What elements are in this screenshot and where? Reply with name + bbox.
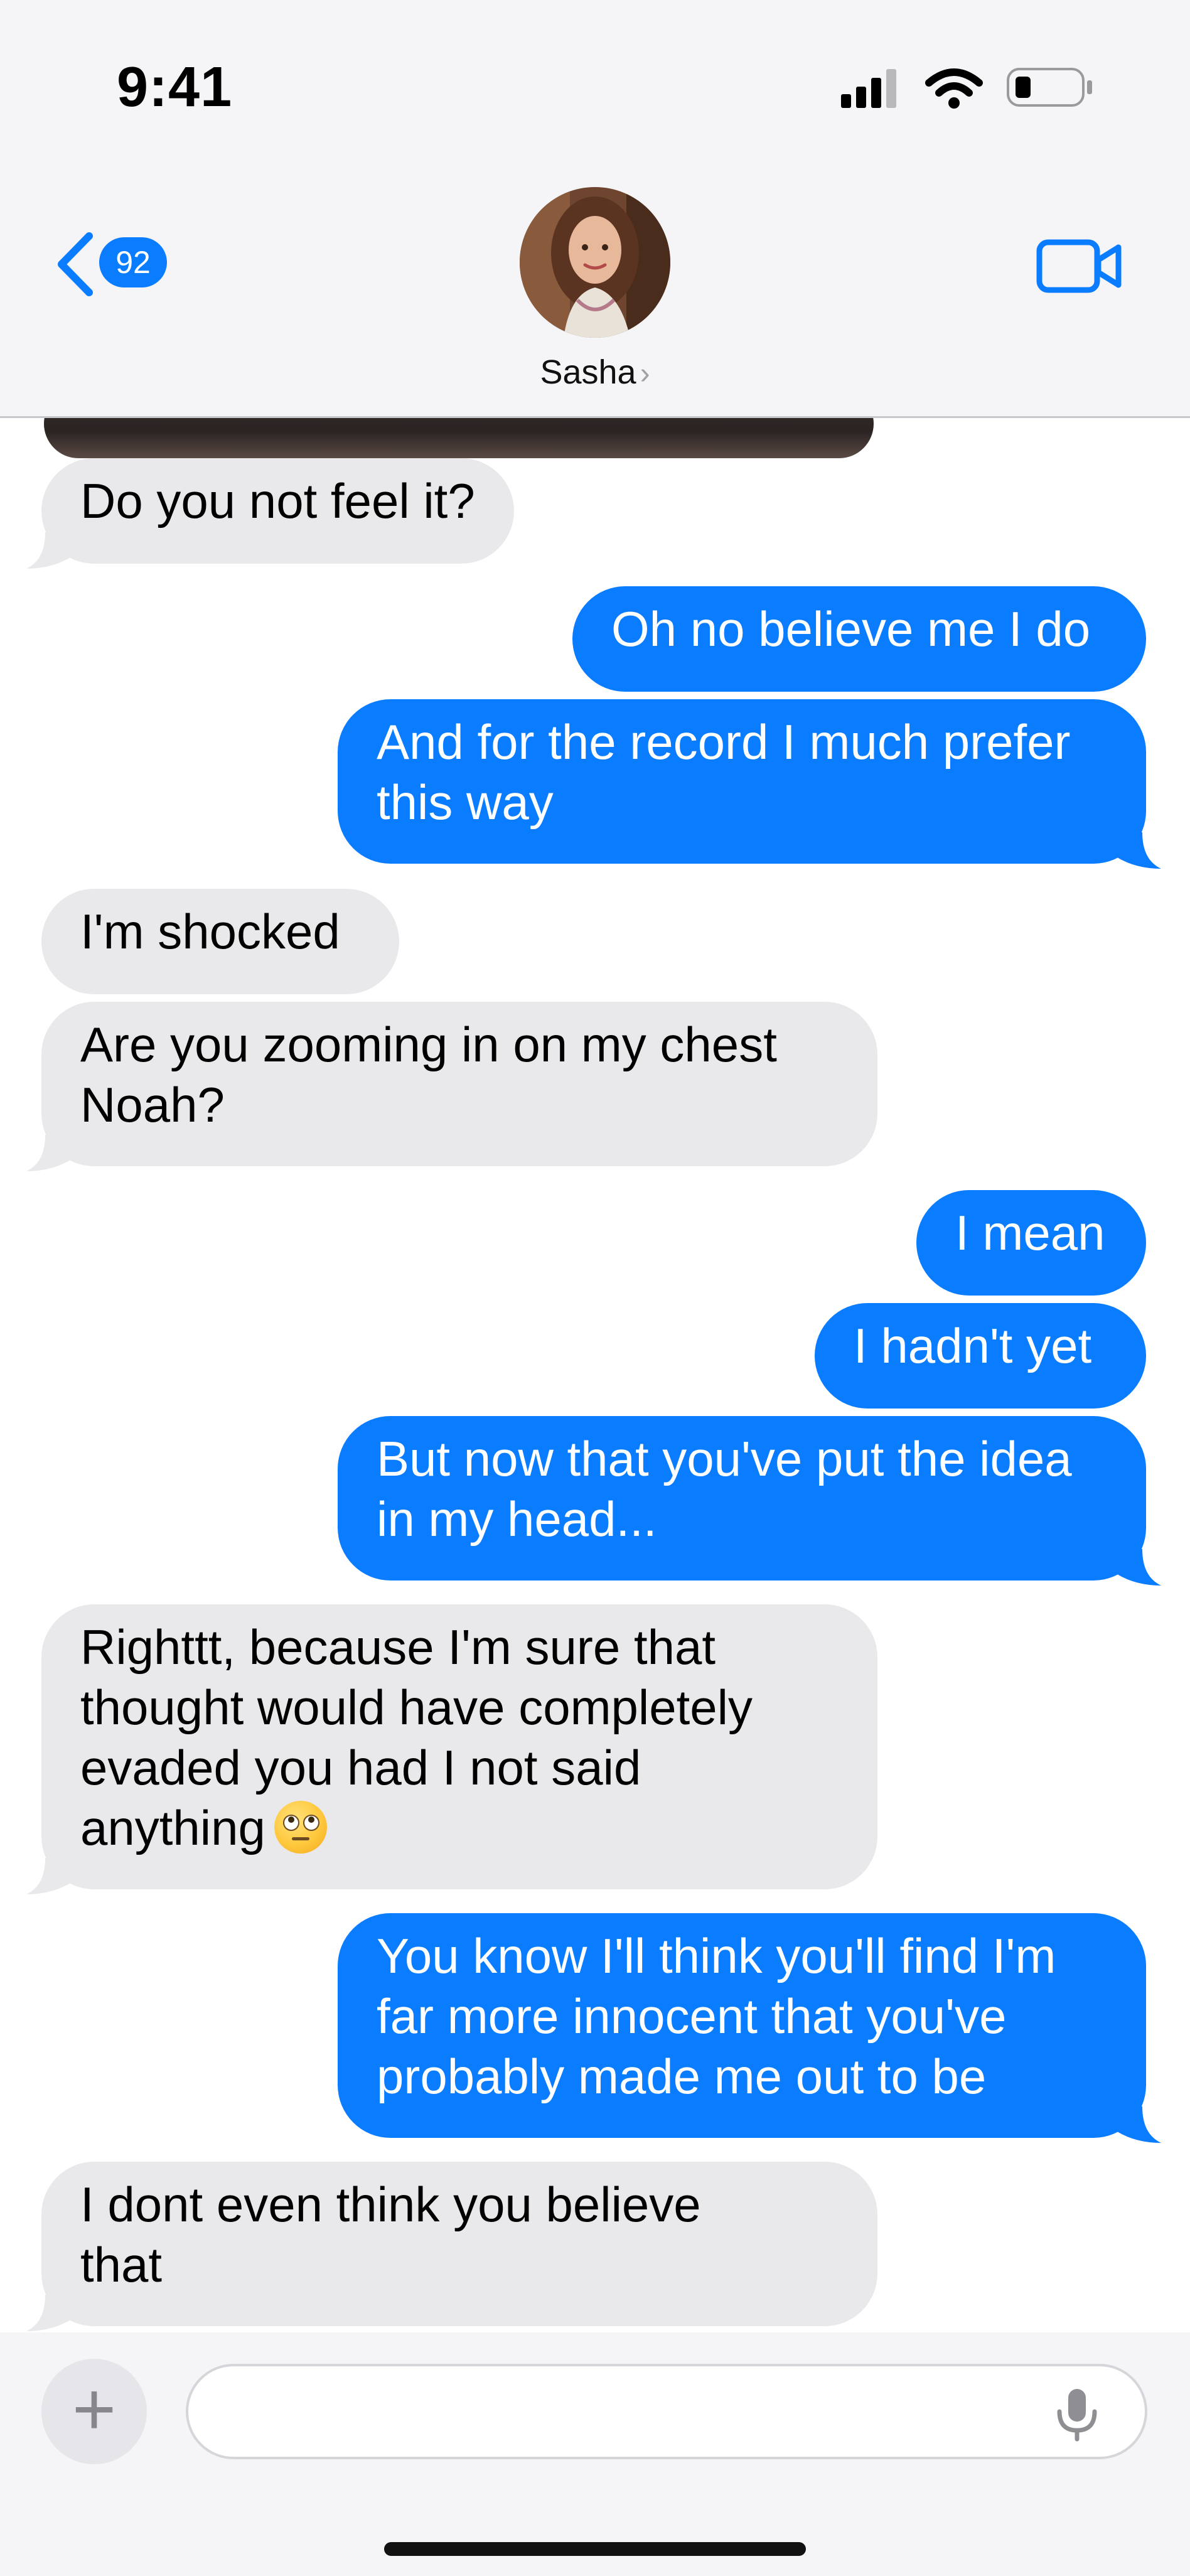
- message-bubble-outgoing[interactable]: You know I'll think you'll find I'm far …: [338, 1913, 1146, 2138]
- message-line: But now that you've put the idea: [377, 1431, 1072, 1486]
- message-line: evaded you had I not said: [80, 1740, 641, 1795]
- message-bubble-outgoing[interactable]: But now that you've put the idea in my h…: [338, 1416, 1146, 1580]
- add-attachment-button[interactable]: +: [41, 2359, 147, 2464]
- message-input[interactable]: [186, 2364, 1147, 2459]
- bubble-tail: [1117, 832, 1161, 869]
- chevron-right-icon: ›: [640, 357, 650, 390]
- photo-attachment[interactable]: [44, 418, 874, 458]
- battery-icon: [1007, 68, 1092, 107]
- microphone-icon[interactable]: [1052, 2386, 1102, 2443]
- message-text: Do you not feel it?: [80, 473, 475, 529]
- message-bubble-outgoing[interactable]: Oh no believe me I do: [572, 586, 1146, 692]
- message-line: far more innocent that you've: [377, 1988, 1007, 2044]
- message-line: Are you zooming in on my chest: [80, 1017, 777, 1072]
- back-button[interactable]: 92: [50, 230, 176, 299]
- message-text: I hadn't yet: [854, 1318, 1092, 1373]
- message-composer: +: [0, 2332, 1190, 2576]
- message-line: anything: [80, 1800, 265, 1855]
- message-bubble-incoming[interactable]: Are you zooming in on my chest Noah?: [41, 1002, 877, 1166]
- status-time: 9:41: [117, 56, 233, 119]
- unread-count-badge: 92: [99, 237, 167, 287]
- message-bubble-outgoing[interactable]: And for the record I much prefer this wa…: [338, 699, 1146, 864]
- contact-name-button[interactable]: Sasha ›: [0, 353, 1190, 392]
- message-text: I mean: [955, 1205, 1105, 1260]
- message-bubble-incoming[interactable]: I dont even think you believe that: [41, 2162, 877, 2326]
- video-camera-icon[interactable]: [1036, 236, 1123, 296]
- message-line: I dont even think you believe: [80, 2177, 701, 2232]
- contact-name: Sasha: [540, 353, 636, 391]
- bubble-tail: [26, 532, 70, 569]
- conversation-header: 9:41 92 Sasha ›: [0, 0, 1190, 418]
- message-bubble-incoming[interactable]: Do you not feel it?: [41, 458, 514, 564]
- message-line: that: [80, 2237, 163, 2292]
- chevron-left-icon: [58, 232, 93, 296]
- message-bubble-incoming[interactable]: Righttt, because I'm sure that thought w…: [41, 1604, 877, 1889]
- message-line: And for the record I much prefer: [377, 714, 1071, 770]
- message-line: thought would have completely: [80, 1680, 753, 1735]
- message-text: Oh no believe me I do: [611, 601, 1091, 657]
- eye-roll-emoji: [274, 1801, 327, 1854]
- contact-avatar[interactable]: [520, 187, 670, 338]
- bubble-tail: [1117, 1549, 1161, 1586]
- message-line: this way: [377, 775, 554, 830]
- status-icons: [841, 68, 1092, 109]
- bubble-tail: [26, 2295, 70, 2331]
- message-bubble-incoming[interactable]: I'm shocked: [41, 889, 399, 994]
- message-line: You know I'll think you'll find I'm: [377, 1928, 1056, 1983]
- home-indicator: [384, 2542, 806, 2556]
- wifi-icon: [925, 68, 983, 109]
- bubble-tail: [26, 1135, 70, 1171]
- message-bubble-outgoing[interactable]: I hadn't yet: [815, 1303, 1146, 1409]
- cellular-signal-icon: [841, 69, 896, 108]
- message-line: in my head...: [377, 1491, 657, 1547]
- message-bubble-outgoing[interactable]: I mean: [916, 1190, 1146, 1296]
- message-text: I'm shocked: [80, 904, 340, 959]
- message-line: probably made me out to be: [377, 2049, 987, 2104]
- message-thread[interactable]: Do you not feel it? Oh no believe me I d…: [0, 418, 1190, 2332]
- message-line: Noah?: [80, 1077, 225, 1132]
- bubble-tail: [26, 1858, 70, 1894]
- message-line: Righttt, because I'm sure that: [80, 1619, 716, 1675]
- bubble-tail: [1117, 2106, 1161, 2143]
